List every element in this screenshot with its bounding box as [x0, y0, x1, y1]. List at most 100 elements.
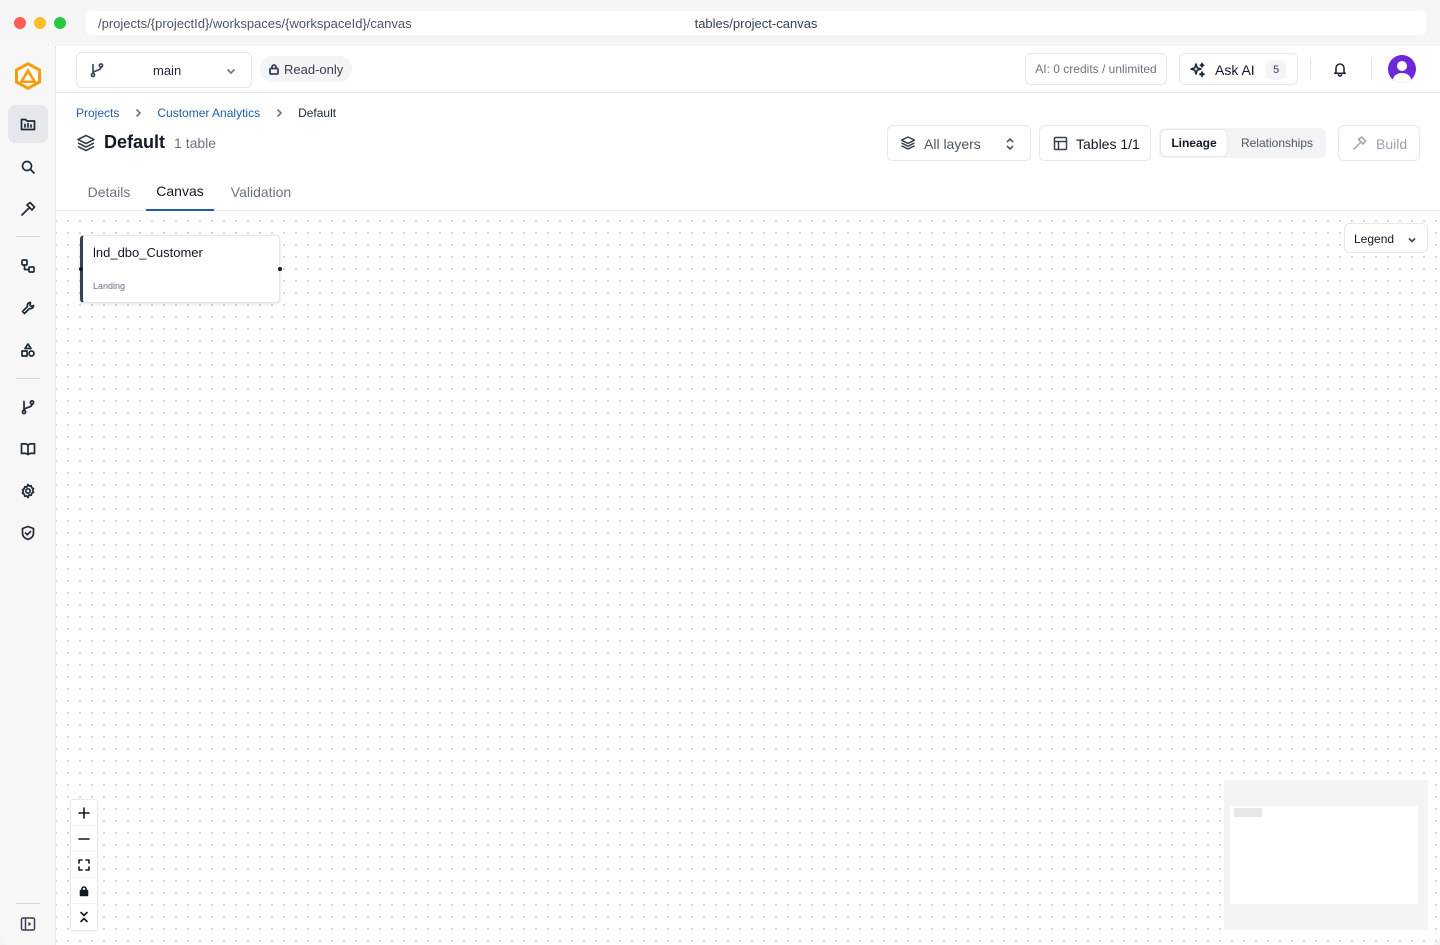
- lock-button[interactable]: [71, 878, 97, 904]
- maximize-window-button[interactable]: [54, 17, 66, 29]
- page-title-row: Default 1 table: [76, 132, 216, 153]
- layers-icon: [77, 134, 95, 151]
- build-button-label: Build: [1376, 136, 1408, 152]
- plus-icon: [78, 806, 90, 819]
- lock-icon: [79, 885, 89, 896]
- header-divider: [1371, 58, 1372, 80]
- header-divider: [1310, 58, 1311, 80]
- sidebar-divider: [16, 236, 40, 237]
- tab-canvas[interactable]: Canvas: [146, 172, 214, 211]
- sidebar-toggle-icon[interactable]: [20, 916, 36, 932]
- sidebar-item-build[interactable]: [8, 190, 48, 228]
- sidebar: [0, 46, 56, 945]
- node-input-handle[interactable]: [79, 267, 83, 271]
- table-count: 1 table: [174, 134, 217, 151]
- chevron-up-down-icon: [1006, 137, 1014, 151]
- tables-button-label: Tables 1/1: [1076, 136, 1140, 152]
- tab-validation[interactable]: Validation: [218, 172, 304, 211]
- lineage-toggle[interactable]: Lineage: [1161, 130, 1227, 156]
- page-title: Default: [104, 132, 166, 152]
- git-branch-icon: [21, 400, 35, 415]
- ask-ai-button[interactable]: Ask AI 5: [1179, 53, 1298, 85]
- read-only-label: Read-only: [284, 61, 344, 77]
- sidebar-item-docs[interactable]: [8, 430, 48, 468]
- view-toggle: Lineage Relationships: [1159, 128, 1326, 158]
- sidebar-item-security[interactable]: [8, 514, 48, 552]
- nodes-icon: [21, 259, 35, 273]
- shapes-icon: [21, 343, 35, 357]
- chevron-down-icon: [1408, 237, 1416, 243]
- sidebar-item-settings[interactable]: [8, 472, 48, 510]
- branch-select[interactable]: main: [76, 52, 252, 88]
- git-branch-icon: [90, 63, 104, 78]
- minimize-window-button[interactable]: [34, 17, 46, 29]
- app-window: /projects/{projectId}/workspaces/{worksp…: [0, 0, 1440, 945]
- breadcrumb: Projects Customer Analytics Default: [76, 106, 336, 120]
- app-logo-icon[interactable]: [12, 60, 44, 92]
- bell-icon[interactable]: [1332, 61, 1348, 77]
- layers-select[interactable]: All layers: [887, 125, 1031, 161]
- lock-icon: [269, 64, 279, 75]
- sidebar-item-connections[interactable]: [8, 247, 48, 285]
- table-icon: [1053, 136, 1068, 151]
- hammer-icon: [1353, 136, 1367, 150]
- tab-details[interactable]: Details: [76, 172, 142, 211]
- chevron-right-icon: [276, 108, 283, 118]
- table-node[interactable]: lnd_dbo_Customer Landing: [79, 235, 282, 303]
- breadcrumb-current: Default: [298, 106, 337, 120]
- sidebar-item-branches[interactable]: [8, 388, 48, 426]
- zoom-out-button[interactable]: [71, 826, 97, 852]
- search-icon: [21, 160, 35, 174]
- close-window-button[interactable]: [14, 17, 26, 29]
- minimap-node: [1234, 808, 1262, 817]
- sidebar-item-tools[interactable]: [8, 289, 48, 327]
- sidebar-divider: [16, 378, 40, 379]
- zoom-in-button[interactable]: [71, 800, 97, 826]
- book-icon: [20, 442, 36, 456]
- shield-icon: [21, 525, 35, 541]
- canvas-controls: [70, 799, 98, 931]
- relationships-toggle[interactable]: Relationships: [1231, 130, 1323, 156]
- route-label: tables/project-canvas: [694, 16, 818, 31]
- layers-icon: [900, 136, 916, 150]
- table-node-layer: Landing: [93, 281, 126, 291]
- address-bar[interactable]: /projects/{projectId}/workspaces/{worksp…: [86, 11, 1426, 35]
- sidebar-item-shapes[interactable]: [8, 331, 48, 369]
- tables-button[interactable]: Tables 1/1: [1039, 125, 1151, 161]
- ai-credits-indicator[interactable]: AI: 0 credits / unlimited: [1025, 53, 1167, 85]
- user-avatar[interactable]: [1388, 55, 1416, 83]
- avatar-body-shape: [1393, 73, 1411, 83]
- table-node-title: lnd_dbo_Customer: [93, 245, 203, 260]
- legend-label: Legend: [1354, 232, 1395, 246]
- ask-ai-count-badge: 5: [1266, 60, 1286, 80]
- chevron-right-icon: [136, 108, 142, 118]
- chevron-down-icon: [226, 68, 236, 75]
- page-tabs: Details Canvas Validation: [56, 172, 1440, 211]
- read-only-badge: Read-only: [260, 56, 353, 82]
- breadcrumb-projects-link[interactable]: Projects: [76, 106, 119, 120]
- avatar-head-shape: [1397, 61, 1407, 71]
- sidebar-item-projects[interactable]: [8, 105, 48, 143]
- folder-icon: [20, 118, 36, 131]
- sidebar-item-search[interactable]: [8, 148, 48, 186]
- collapse-icon: [80, 911, 88, 923]
- fit-view-icon: [78, 858, 90, 871]
- sparkles-icon: [1190, 62, 1205, 78]
- minimap[interactable]: [1224, 780, 1428, 930]
- hammer-icon: [21, 201, 36, 216]
- top-header: main Read-only AI: 0 credits / unlimited…: [56, 46, 1440, 93]
- gear-icon: [21, 483, 35, 499]
- node-output-handle[interactable]: [278, 267, 282, 271]
- ask-ai-label: Ask AI: [1215, 62, 1255, 78]
- lineage-canvas[interactable]: lnd_dbo_Customer Landing Legend: [56, 211, 1440, 945]
- legend-dropdown[interactable]: Legend: [1344, 223, 1428, 253]
- collapse-button[interactable]: [71, 904, 97, 930]
- sidebar-divider: [16, 903, 40, 904]
- minimap-viewport: [1230, 806, 1418, 904]
- minus-icon: [78, 837, 90, 840]
- wrench-icon: [21, 301, 35, 315]
- build-button[interactable]: Build: [1338, 125, 1420, 161]
- layers-select-label: All layers: [924, 136, 981, 152]
- breadcrumb-project-link[interactable]: Customer Analytics: [157, 106, 260, 120]
- fit-view-button[interactable]: [71, 852, 97, 878]
